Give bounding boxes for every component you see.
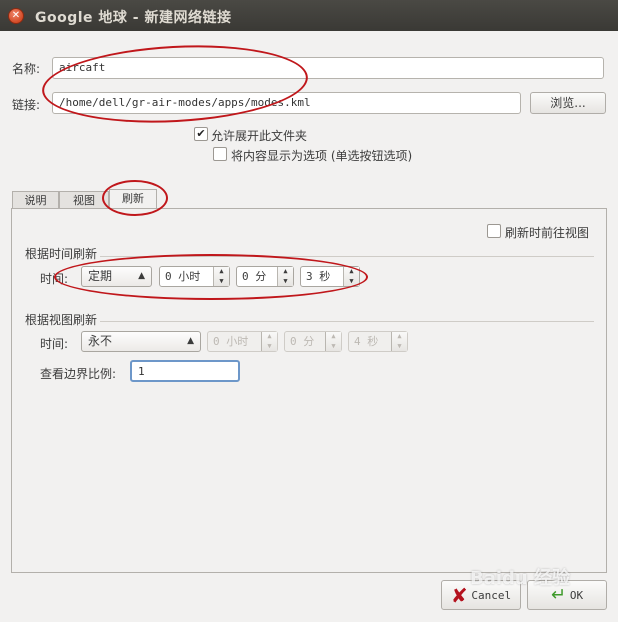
view-refresh-heading: 根据视图刷新 <box>25 313 98 327</box>
spin-up-icon[interactable]: ▲ <box>278 267 293 276</box>
view-time-label: 时间: <box>40 337 69 351</box>
link-field[interactable]: /home/dell/gr-air-modes/apps/modes.kml <box>52 92 521 114</box>
spin-down-icon: ▼ <box>397 342 402 350</box>
spin-down-icon[interactable]: ▼ <box>344 277 359 286</box>
fly-to-view-label: 刷新时前往视图 <box>505 226 590 240</box>
close-icon[interactable]: ✕ <box>8 8 24 24</box>
bounds-scale-field[interactable]: 1 <box>130 360 240 382</box>
view-refresh-divider <box>100 321 594 322</box>
browse-button[interactable]: 浏览... <box>530 92 606 114</box>
spin-up-icon: ▲ <box>397 332 402 340</box>
view-minutes-spinner: 0 分 ▲ ▼ <box>284 331 342 352</box>
title-bar: ✕ Google 地球 - 新建网络链接 <box>0 0 618 31</box>
time-label: 时间: <box>40 272 69 286</box>
tab-view[interactable]: 视图 <box>59 191 109 208</box>
cancel-icon: ✘ <box>450 583 468 608</box>
show-as-options-checkbox[interactable] <box>213 147 227 161</box>
ok-label: OK <box>569 589 584 602</box>
spin-down-icon: ▼ <box>331 342 336 350</box>
hours-spinner[interactable]: 0 小时 ▲ ▼ <box>159 266 230 287</box>
view-hours-value: 0 小时 <box>213 335 249 348</box>
annotation-circle-name-link <box>40 39 310 129</box>
time-mode-select[interactable]: 定期 ▲ <box>81 266 152 287</box>
window-title: Google 地球 - 新建网络链接 <box>35 10 232 26</box>
tab-description[interactable]: 说明 <box>12 191 59 208</box>
minutes-value: 0 分 <box>242 270 267 283</box>
refresh-panel <box>11 208 607 573</box>
seconds-spinner[interactable]: 3 秒 ▲ ▼ <box>300 266 360 287</box>
time-mode-value: 定期 <box>88 269 113 283</box>
spin-down-icon[interactable]: ▼ <box>214 277 229 286</box>
spin-up-icon[interactable]: ▲ <box>344 267 359 276</box>
name-label: 名称: <box>12 62 41 76</box>
name-field[interactable]: aircaft <box>52 57 604 79</box>
view-hours-spinner: 0 小时 ▲ ▼ <box>207 331 278 352</box>
time-refresh-divider <box>100 256 594 257</box>
view-mode-value: 永不 <box>88 334 113 348</box>
fly-to-view-checkbox[interactable] <box>487 224 501 238</box>
cancel-label: Cancel <box>471 589 512 602</box>
time-refresh-heading: 根据时间刷新 <box>25 247 98 261</box>
watermark: Baidu 经验 <box>470 568 571 589</box>
spin-up-icon: ▲ <box>267 332 272 340</box>
combo-arrows-icon: ▲ <box>187 336 194 346</box>
hours-value: 0 小时 <box>165 270 201 283</box>
combo-arrows-icon: ▲ <box>138 271 145 281</box>
tab-refresh[interactable]: 刷新 <box>109 189 157 209</box>
spin-down-icon[interactable]: ▼ <box>278 277 293 286</box>
link-label: 链接: <box>12 98 41 112</box>
spin-down-icon: ▼ <box>267 342 272 350</box>
show-as-options-label: 将内容显示为选项 (单选按钮选项) <box>231 149 413 163</box>
bounds-scale-label: 查看边界比例: <box>40 367 117 381</box>
view-mode-select[interactable]: 永不 ▲ <box>81 331 201 352</box>
minutes-spinner[interactable]: 0 分 ▲ ▼ <box>236 266 294 287</box>
allow-expand-label: 允许展开此文件夹 <box>211 129 308 143</box>
view-seconds-spinner: 4 秒 ▲ ▼ <box>348 331 408 352</box>
spin-up-icon[interactable]: ▲ <box>214 267 229 276</box>
allow-expand-checkbox[interactable]: ✔ <box>194 127 208 141</box>
view-seconds-value: 4 秒 <box>354 335 379 348</box>
seconds-value: 3 秒 <box>306 270 331 283</box>
spin-up-icon: ▲ <box>331 332 336 340</box>
view-minutes-value: 0 分 <box>290 335 315 348</box>
